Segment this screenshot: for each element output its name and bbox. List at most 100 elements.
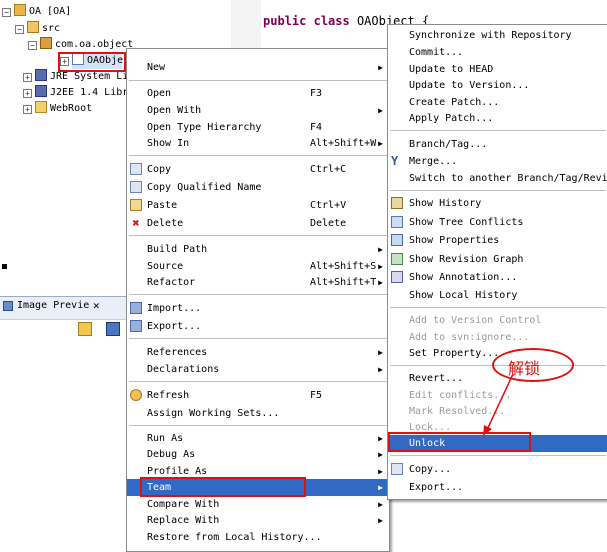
- collapse-toggle[interactable]: −: [2, 8, 11, 17]
- submenu-arrow-icon: ▶: [378, 500, 383, 509]
- copy-icon: [130, 181, 142, 193]
- tree-item-j2ee[interactable]: J2EE 1.4 Libr: [35, 85, 128, 101]
- menu-item-source[interactable]: Source Alt+Shift+S ▶: [127, 258, 389, 275]
- package-explorer: − OA [OA] − src − com.oa.object + OAObje…: [0, 0, 133, 295]
- package-icon: [40, 37, 52, 49]
- submenu-arrow-icon: ▶: [378, 450, 383, 459]
- close-icon[interactable]: ✕: [93, 299, 100, 312]
- tree-label: com.oa.object: [55, 39, 134, 50]
- submenu-arrow-icon: ▶: [378, 434, 383, 443]
- project-icon: [14, 4, 26, 16]
- menu-item-copy[interactable]: Copy Ctrl+C: [127, 161, 389, 178]
- submenu-arrow-icon: ▶: [378, 348, 383, 357]
- menu-item-show-properties[interactable]: Show Properties: [388, 232, 607, 249]
- menu-item-replace-with[interactable]: Replace With ▶: [127, 512, 389, 529]
- submenu-arrow-icon: ▶: [378, 63, 383, 72]
- menu-item-paste[interactable]: Paste Ctrl+V: [127, 197, 389, 214]
- menu-item-synchronize[interactable]: Synchronize with Repository: [388, 27, 607, 44]
- annotation-icon: [391, 271, 403, 283]
- menu-item-update-to-head[interactable]: Update to HEAD: [388, 61, 607, 78]
- refresh-icon: [130, 389, 142, 401]
- tree-label: src: [42, 23, 61, 34]
- menu-item-compare-with[interactable]: Compare With ▶: [127, 496, 389, 513]
- annotation-box-file: [58, 52, 126, 72]
- menu-item-show-local-history[interactable]: Show Local History: [388, 287, 607, 304]
- copy-icon: [130, 163, 142, 175]
- menu-item-declarations[interactable]: Declarations ▶: [127, 361, 389, 378]
- menu-item-restore-from-local-history[interactable]: Restore from Local History...: [127, 529, 389, 546]
- submenu-arrow-icon: ▶: [378, 467, 383, 476]
- menu-item-copy-qualified-name[interactable]: Copy Qualified Name: [127, 179, 389, 196]
- menu-item-open-type-hierarchy[interactable]: Open Type Hierarchy F4: [127, 119, 389, 136]
- tree-label: JRE System Li: [50, 71, 129, 82]
- menu-item-run-as[interactable]: Run As ▶: [127, 430, 389, 447]
- tree-item-webroot[interactable]: WebRoot: [35, 101, 92, 117]
- menu-item-update-to-version[interactable]: Update to Version...: [388, 77, 607, 94]
- sash-marker: [2, 264, 7, 269]
- menu-item-branch-tag[interactable]: Branch/Tag...: [388, 136, 607, 153]
- paste-icon: [130, 199, 142, 211]
- menu-item-export-svn[interactable]: Export...: [388, 479, 607, 496]
- menu-item-show-annotation[interactable]: Show Annotation...: [388, 269, 607, 286]
- source-folder-icon: [27, 21, 39, 33]
- menu-item-copy-svn[interactable]: Copy...: [388, 461, 607, 478]
- graph-icon: [391, 253, 403, 265]
- tree-item-src[interactable]: src: [27, 21, 60, 37]
- collapse-toggle[interactable]: −: [28, 41, 37, 50]
- library-icon: [35, 85, 47, 97]
- submenu-arrow-icon: ▶: [378, 278, 383, 287]
- menu-item-add-to-version-control[interactable]: Add to Version Control: [388, 312, 607, 329]
- annotation-arrow-icon: [483, 373, 514, 436]
- menu-item-switch[interactable]: Switch to another Branch/Tag/Revision: [388, 170, 607, 187]
- menu-item-refactor[interactable]: Refactor Alt+Shift+T ▶: [127, 274, 389, 291]
- menu-item-create-patch[interactable]: Create Patch...: [388, 94, 607, 111]
- copy-icon: [391, 463, 403, 475]
- menu-item-references[interactable]: References ▶: [127, 344, 389, 361]
- menu-item-import[interactable]: Import...: [127, 300, 389, 317]
- conflicts-icon: [391, 216, 403, 228]
- properties-icon: [391, 234, 403, 246]
- collapse-toggle[interactable]: −: [15, 25, 24, 34]
- menu-item-debug-as[interactable]: Debug As ▶: [127, 446, 389, 463]
- menu-item-apply-patch[interactable]: Apply Patch...: [388, 110, 607, 127]
- panel-title: Image Previe: [17, 300, 90, 311]
- library-icon: [35, 69, 47, 81]
- submenu-arrow-icon: ▶: [378, 106, 383, 115]
- delete-icon: ✖: [132, 216, 140, 230]
- menu-item-show-in[interactable]: Show In Alt+Shift+W ▶: [127, 135, 389, 152]
- folder-icon: [35, 101, 47, 113]
- menu-item-open[interactable]: Open F3: [127, 85, 389, 102]
- menu-item-show-history[interactable]: Show History: [388, 195, 607, 212]
- tree-item-package[interactable]: com.oa.object: [40, 37, 133, 53]
- submenu-arrow-icon: ▶: [378, 483, 383, 492]
- menu-item-merge[interactable]: Y Merge...: [388, 153, 607, 170]
- menu-item-delete[interactable]: ✖ Delete Delete: [127, 215, 389, 232]
- annotation-box-team: [140, 477, 306, 497]
- menu-item-export[interactable]: Export...: [127, 318, 389, 335]
- tree-label: WebRoot: [50, 103, 93, 114]
- submenu-arrow-icon: ▶: [378, 262, 383, 271]
- merge-icon: Y: [391, 154, 399, 168]
- preview-icon[interactable]: [106, 322, 120, 336]
- tree-label: OA [OA]: [29, 6, 72, 17]
- menu-item-add-to-svn-ignore[interactable]: Add to svn:ignore...: [388, 329, 607, 346]
- import-icon: [130, 302, 142, 314]
- expand-toggle[interactable]: +: [23, 89, 32, 98]
- submenu-arrow-icon: ▶: [378, 365, 383, 374]
- submenu-arrow-icon: ▶: [378, 139, 383, 148]
- menu-item-refresh[interactable]: Refresh F5: [127, 387, 389, 404]
- expand-toggle[interactable]: +: [23, 73, 32, 82]
- menu-item-commit[interactable]: Commit...: [388, 44, 607, 61]
- menu-item-new[interactable]: New ▶: [127, 59, 389, 76]
- expand-toggle[interactable]: +: [23, 105, 32, 114]
- menu-item-show-revision-graph[interactable]: Show Revision Graph: [388, 251, 607, 268]
- tree-item-project[interactable]: OA [OA]: [14, 4, 71, 20]
- menu-item-open-with[interactable]: Open With ▶: [127, 102, 389, 119]
- menu-item-build-path[interactable]: Build Path ▶: [127, 241, 389, 258]
- history-icon: [391, 197, 403, 209]
- menu-item-show-tree-conflicts[interactable]: Show Tree Conflicts: [388, 214, 607, 231]
- tree-label: J2EE 1.4 Libr: [50, 87, 129, 98]
- menu-item-assign-working-sets[interactable]: Assign Working Sets...: [127, 405, 389, 422]
- link-icon[interactable]: [78, 322, 92, 336]
- submenu-arrow-icon: ▶: [378, 245, 383, 254]
